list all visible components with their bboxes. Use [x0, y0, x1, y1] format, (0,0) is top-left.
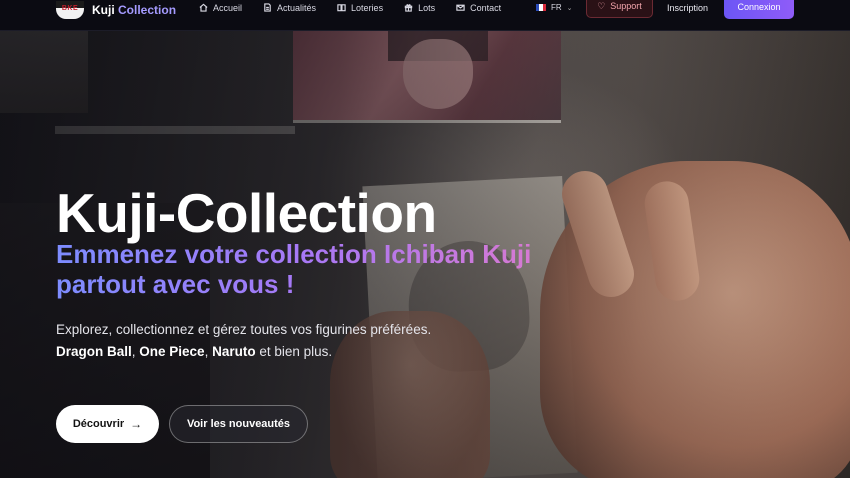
top-navbar: BKE Kuji Collection Accueil Actualités L…	[0, 0, 850, 31]
language-selector[interactable]: FR ⌄	[536, 0, 573, 15]
nav-item-lots[interactable]: Lots	[404, 3, 435, 13]
brand-name: Kuji Collection	[92, 3, 177, 17]
nav-item-loteries[interactable]: Loteries	[337, 3, 383, 13]
hero-section: Kuji-Collection Emmenez votre collection…	[0, 31, 850, 478]
book-icon	[337, 4, 346, 12]
inscription-link[interactable]: Inscription	[667, 0, 708, 15]
hero-buttons: Découvrir → Voir les nouveautés	[56, 405, 308, 443]
france-flag-icon	[536, 4, 546, 11]
support-button[interactable]: ♡ Support	[586, 0, 653, 18]
home-icon	[199, 3, 208, 12]
hero-description-line1: Explorez, collectionnez et gérez toutes …	[56, 322, 432, 337]
gift-icon	[404, 4, 413, 12]
logo-link[interactable]: BKE Kuji Collection	[56, 0, 176, 20]
hero-subtitle: Emmenez votre collection Ichiban Kuji pa…	[56, 239, 616, 299]
hero-description: Explorez, collectionnez et gérez toutes …	[56, 319, 756, 363]
hero-description-line2: Dragon Ball, One Piece, Naruto et bien p…	[56, 344, 333, 359]
nav-item-actualites[interactable]: Actualités	[263, 3, 316, 13]
hero-content: Kuji-Collection Emmenez votre collection…	[56, 182, 756, 443]
arrow-right-icon: →	[130, 417, 143, 431]
document-icon	[264, 3, 271, 12]
chevron-down-icon: ⌄	[566, 4, 573, 12]
logo-badge-icon: BKE	[56, 1, 84, 19]
heart-icon: ♡	[597, 0, 606, 11]
connexion-button[interactable]: Connexion	[724, 0, 794, 19]
nav-item-contact[interactable]: Contact	[456, 3, 501, 13]
discover-button[interactable]: Découvrir →	[56, 405, 159, 443]
nav-links: Accueil Actualités Loteries Lots Contact	[199, 0, 522, 15]
hero-title: Kuji-Collection	[56, 182, 437, 244]
new-releases-button[interactable]: Voir les nouveautés	[169, 405, 308, 443]
nav-item-accueil[interactable]: Accueil	[199, 3, 242, 13]
mail-icon	[456, 4, 465, 11]
